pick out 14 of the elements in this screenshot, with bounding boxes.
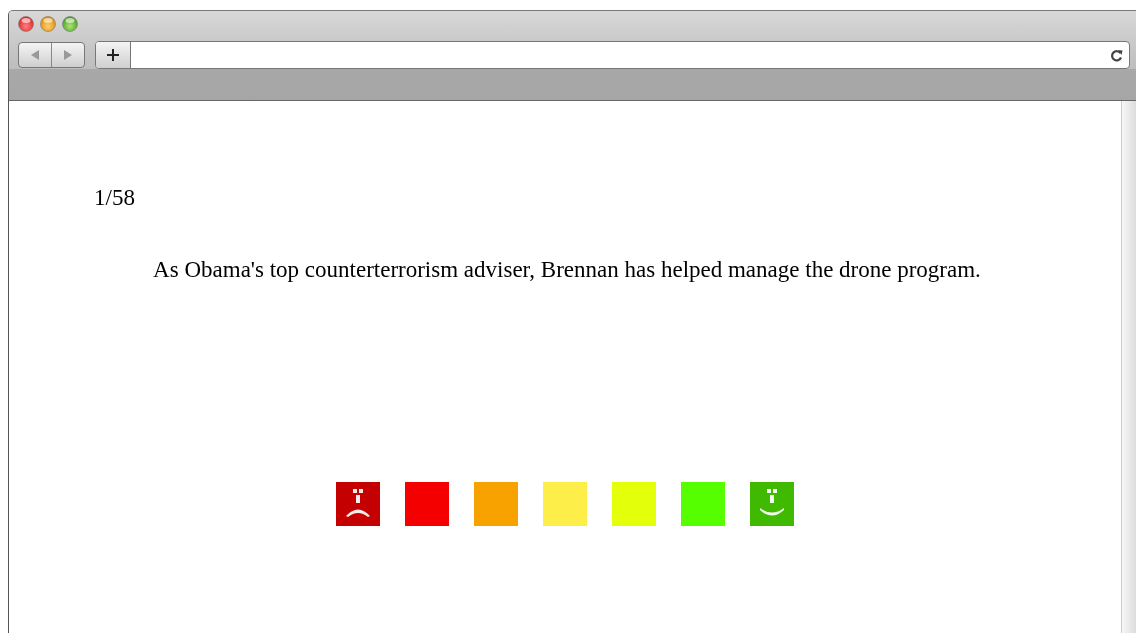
rating-button[interactable] <box>336 482 380 526</box>
add-bookmark-button[interactable] <box>96 42 131 68</box>
plus-icon <box>107 49 119 61</box>
rating-button[interactable] <box>750 482 794 526</box>
right-triangle-icon <box>63 50 73 60</box>
address-field[interactable] <box>95 41 1130 69</box>
zoom-button[interactable] <box>62 16 78 32</box>
close-button[interactable] <box>18 16 34 32</box>
left-triangle-icon <box>30 50 40 60</box>
reload-icon[interactable] <box>1109 48 1123 62</box>
question-counter: 1/58 <box>94 185 136 211</box>
statement-text: As Obama's top counterterrorism adviser, Brennan has helped manage the drone program. <box>152 256 982 284</box>
scrollbar[interactable] <box>1121 101 1136 633</box>
minimize-button[interactable] <box>40 16 56 32</box>
